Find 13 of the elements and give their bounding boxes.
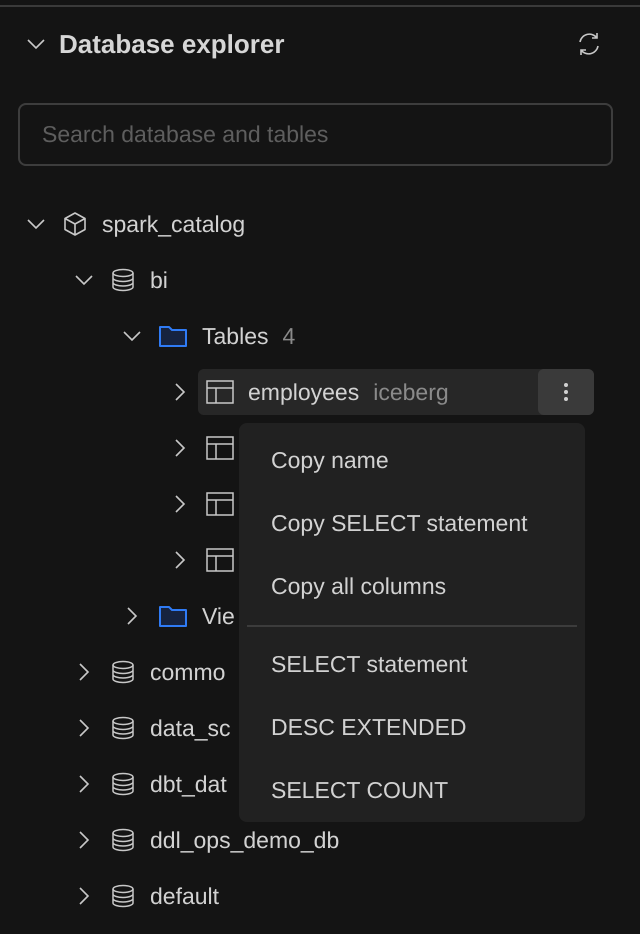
item-count: 4: [282, 322, 296, 350]
item-name: bi: [150, 266, 168, 294]
item-name: Tables: [202, 322, 268, 350]
panel-title: Database explorer: [59, 28, 286, 60]
item-name: employees: [248, 378, 360, 406]
item-name: dbt_dat: [150, 770, 227, 798]
item-name: default: [150, 882, 220, 910]
item-name: commo: [150, 658, 226, 686]
item-name: data_sc: [150, 714, 231, 742]
item-name: Vie: [202, 602, 235, 630]
item-name: ddl_ops_demo_db: [150, 826, 340, 854]
table-format: iceberg: [373, 378, 449, 406]
item-name: spark_catalog: [102, 210, 246, 238]
